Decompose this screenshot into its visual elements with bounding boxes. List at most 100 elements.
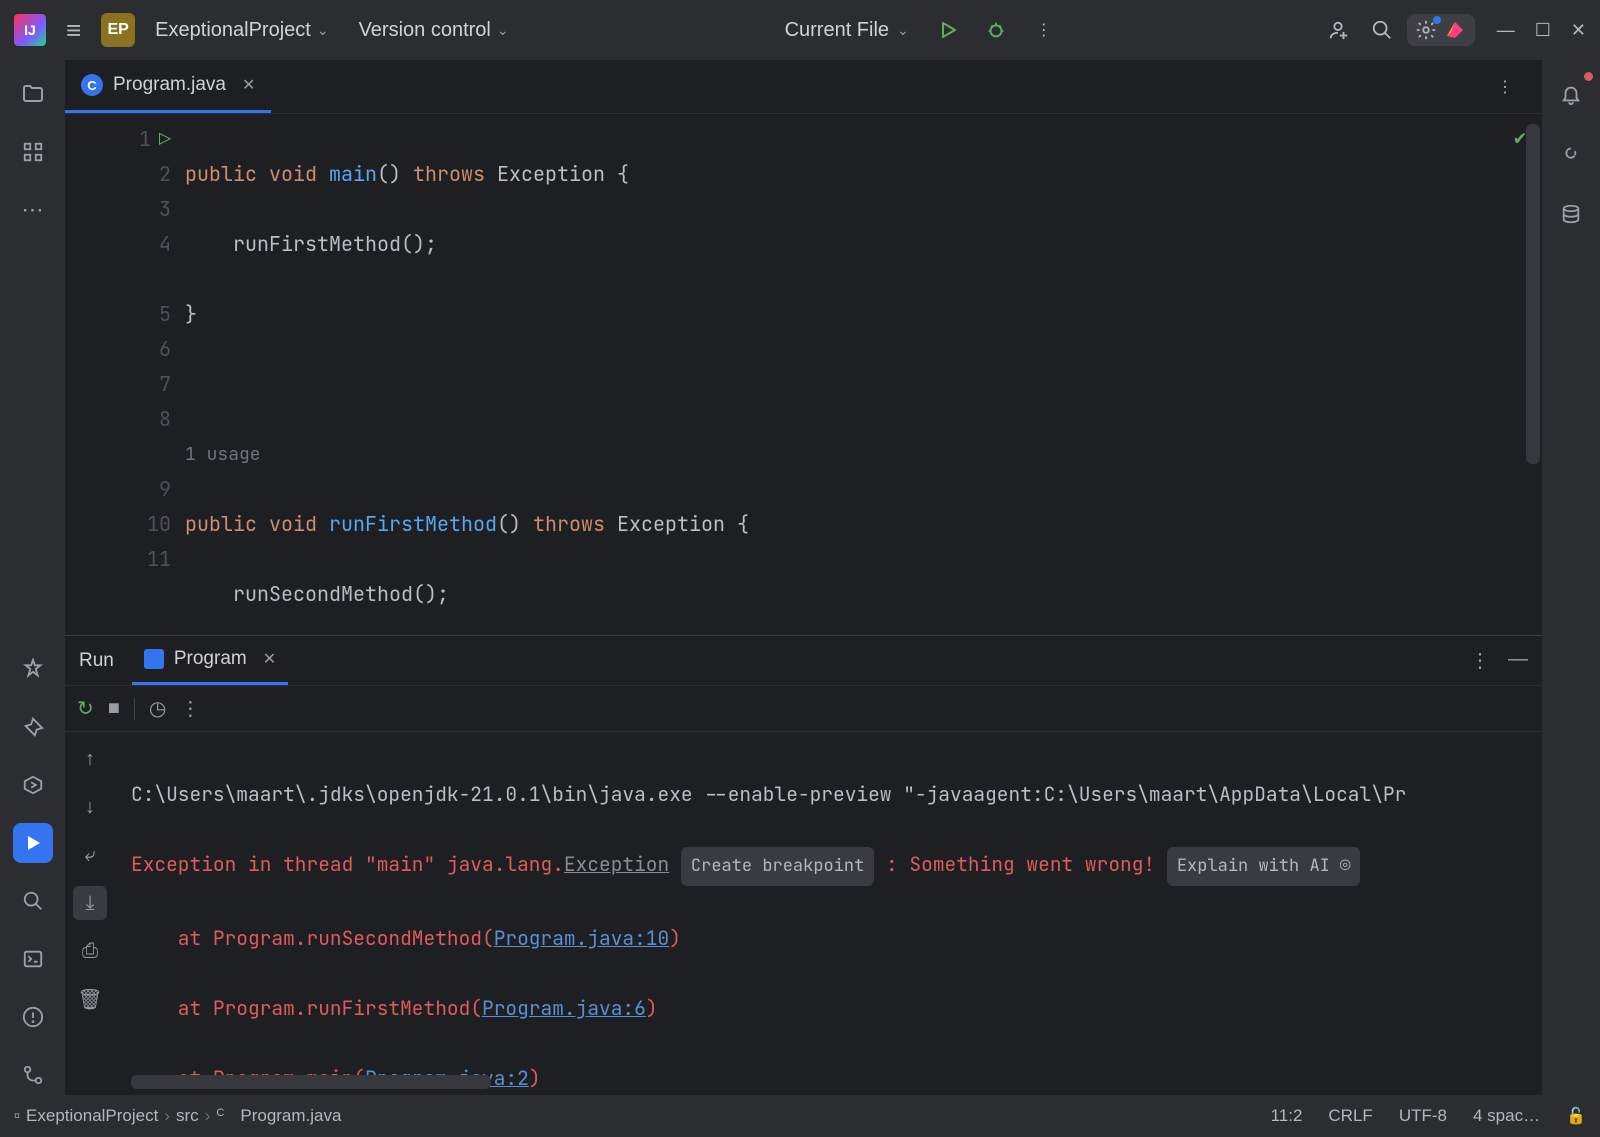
debug-button[interactable] [977,11,1015,49]
indent-setting[interactable]: 4 spac… [1473,1106,1540,1126]
terminal-tool-icon[interactable] [13,939,53,979]
down-stacktrace-icon[interactable]: ↓ [73,790,107,824]
run-panel: Run Program ✕ ⋮ — ↻ ■ ◷ ⋮ [65,635,1542,1095]
minimize-panel-button[interactable]: — [1508,648,1528,673]
console-scrollbar[interactable] [131,1075,491,1089]
explain-ai-button[interactable]: Explain with AI ◎ [1167,847,1360,886]
console-line: C:\Users\maart\.jdks\openjdk-21.0.1\bin\… [131,777,1526,812]
crumb-file[interactable]: Program.java [240,1106,341,1126]
search-icon[interactable] [1363,11,1401,49]
clear-icon[interactable]: 🗑 [73,982,107,1016]
structure-tool-icon[interactable] [13,132,53,172]
tab-options-button[interactable]: ⋮ [1486,68,1524,106]
java-class-icon: C [81,74,103,96]
chevron-down-icon: ⌄ [897,22,909,39]
hamburger-icon[interactable]: ≡ [58,11,89,50]
console-output[interactable]: C:\Users\maart\.jdks\openjdk-21.0.1\bin\… [115,732,1542,1095]
exception-link[interactable]: Exception [564,851,669,877]
find-tool-icon[interactable] [13,881,53,921]
run-button[interactable] [929,11,967,49]
ai-tool-icon[interactable] [1551,134,1591,174]
ai-actions-icon[interactable] [13,649,53,689]
notifications-icon[interactable] [1551,74,1591,114]
crumb-src[interactable]: src [176,1106,199,1126]
line-number: 7 [159,367,171,402]
rerun-button[interactable]: ↻ [77,696,94,721]
scroll-end-icon[interactable]: ⤓ [73,886,107,920]
line-number: 1 [139,122,151,157]
caret-position[interactable]: 11:2 [1271,1106,1303,1126]
java-class-icon: C [216,1107,234,1125]
more-actions-button[interactable]: ⋮ [1025,11,1063,49]
file-encoding[interactable]: UTF-8 [1399,1106,1447,1126]
inspection-ok-icon[interactable]: ✔ [1514,124,1526,150]
maximize-button[interactable]: ☐ [1535,20,1551,41]
app-icon: IJ [14,14,46,46]
run-options-button[interactable]: ⋮ [1470,648,1490,673]
create-breakpoint-button[interactable]: Create breakpoint [681,847,874,886]
up-stacktrace-icon[interactable]: ↑ [73,742,107,776]
line-number: 6 [159,332,171,367]
project-badge: EP [101,13,135,47]
code-editor[interactable]: 1▷ 2 3 4 5 6 7 8 9 10 11 public void mai… [65,114,1542,635]
line-number: 5 [159,297,171,332]
console-line: Exception in thread "main" java.lang.Exc… [131,847,1526,886]
database-tool-icon[interactable] [1551,194,1591,234]
notification-dot-icon [1433,16,1441,24]
console-tool-column: ↑ ↓ ⤶ ⤓ ⎙ 🗑 [65,732,115,1095]
code-content[interactable]: public void main() throws Exception { ru… [185,114,1542,635]
line-separator[interactable]: CRLF [1328,1106,1372,1126]
run-config-selector[interactable]: Current File ⌄ [775,15,919,46]
usage-hint[interactable]: 1 usage [185,437,1542,472]
more-tools-icon[interactable]: ⋯ [13,190,53,230]
editor-gutter: 1▷ 2 3 4 5 6 7 8 9 10 11 [65,114,185,635]
editor-tab[interactable]: C Program.java ✕ [65,60,271,113]
run-gutter-icon[interactable]: ▷ [159,122,171,157]
run-config-label: Current File [785,19,889,42]
performance-button[interactable]: ◷ [149,696,166,721]
right-tool-rail [1542,60,1600,1095]
close-icon[interactable]: ✕ [242,75,255,95]
toolbar-more-button[interactable]: ⋮ [180,696,200,721]
editor-scrollbar[interactable] [1526,124,1540,464]
services-tool-icon[interactable] [13,765,53,805]
settings-ai-badge[interactable] [1407,14,1475,46]
stop-button[interactable]: ■ [108,697,120,720]
console-line: at Program.runFirstMethod(Program.java:6… [131,991,1526,1026]
ai-logo-icon [1443,18,1467,42]
notification-dot-icon [1584,72,1593,81]
print-icon[interactable]: ⎙ [73,934,107,968]
status-bar: ▫ ExeptionalProject › src › C Program.ja… [0,1095,1600,1137]
run-tab[interactable]: Program ✕ [132,636,288,685]
close-button[interactable]: ✕ [1571,20,1586,41]
readonly-lock-icon[interactable]: 🔓 [1566,1106,1586,1126]
vcs-menu[interactable]: Version control ⌄ [349,15,519,46]
stacktrace-link[interactable]: Program.java:6 [482,995,646,1021]
editor-tabs: C Program.java ✕ ⋮ [65,60,1542,114]
line-number: 3 [159,192,171,227]
line-number: 9 [159,472,171,507]
project-name-label: ExeptionalProject [155,19,311,42]
tab-label: Program.java [113,74,226,96]
module-icon: ▫ [14,1106,20,1126]
project-tool-icon[interactable] [13,74,53,114]
soft-wrap-icon[interactable]: ⤶ [73,838,107,872]
line-number: 4 [159,227,171,262]
titlebar: IJ ≡ EP ExeptionalProject ⌄ Version cont… [0,0,1600,60]
build-tool-icon[interactable] [13,707,53,747]
code-with-me-icon[interactable] [1319,11,1357,49]
console-line: at Program.runSecondMethod(Program.java:… [131,921,1526,956]
crumb-project[interactable]: ExeptionalProject [26,1106,158,1126]
project-selector[interactable]: ExeptionalProject ⌄ [147,15,336,46]
problems-tool-icon[interactable] [13,997,53,1037]
run-tab-label: Program [174,648,247,670]
run-tool-icon[interactable] [13,823,53,863]
left-tool-rail: ⋯ [0,60,65,1095]
run-toolbar: ↻ ■ ◷ ⋮ [65,686,1542,732]
line-number: 2 [159,157,171,192]
breadcrumb[interactable]: ▫ ExeptionalProject › src › C Program.ja… [14,1106,341,1126]
close-icon[interactable]: ✕ [263,649,276,669]
minimize-button[interactable]: — [1497,20,1515,41]
vcs-tool-icon[interactable] [13,1055,53,1095]
stacktrace-link[interactable]: Program.java:10 [494,925,670,951]
